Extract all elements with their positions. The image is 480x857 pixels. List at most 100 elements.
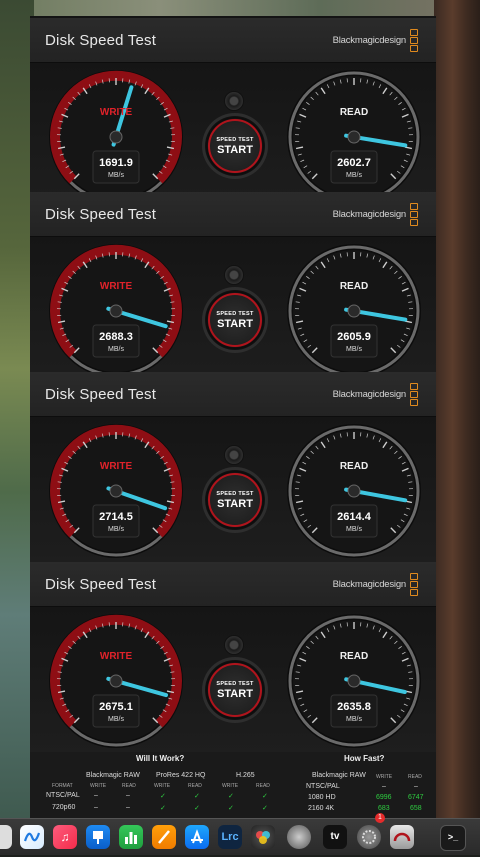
write-unit: MB/s <box>48 346 184 353</box>
read-label: READ <box>286 107 422 118</box>
write-speed-value: 1691.9 <box>48 157 184 169</box>
disk-speed-test-panel: Disk Speed Test Blackmagicdesign WRITE 2… <box>30 372 436 567</box>
col-read-raw: READ <box>122 783 136 789</box>
read-unit: MB/s <box>286 172 422 179</box>
read-gauge-dial <box>286 243 422 379</box>
read-unit: MB/s <box>286 526 422 533</box>
settings-gear-icon[interactable] <box>224 265 244 285</box>
desktop-wallpaper-left <box>0 0 34 820</box>
cell-dash: – <box>126 804 130 811</box>
read-gauge-dial <box>286 613 422 749</box>
read-gauge: READ 2605.9 MB/s <box>286 243 422 379</box>
write-gauge: WRITE 2688.3 MB/s <box>48 243 184 379</box>
app-title: Disk Speed Test <box>45 32 156 49</box>
desktop-wallpaper-top <box>0 0 480 16</box>
start-button-caption: SPEED TEST <box>210 137 260 143</box>
will-it-work-heading: Will It Work? <box>136 754 184 763</box>
brand-name: Blackmagicdesign <box>333 389 406 400</box>
write-label: WRITE <box>48 651 184 662</box>
keynote-icon[interactable] <box>86 825 110 849</box>
apple-tv-label: tv <box>331 831 340 842</box>
disk-speed-test-panel: Disk Speed Test Blackmagicdesign WRITE 2… <box>30 192 436 387</box>
brand-name: Blackmagicdesign <box>333 209 406 220</box>
lightroom-classic-icon[interactable]: Lrc <box>218 825 242 849</box>
col-blackmagic-raw: Blackmagic RAW <box>86 772 140 779</box>
gauges-area: WRITE 2688.3 MB/s SPEED TEST START READ … <box>30 237 436 387</box>
start-button-ring: SPEED TEST START <box>202 657 268 723</box>
cell-check: ✓ <box>160 804 166 812</box>
write-gauge-dial <box>48 243 184 379</box>
write-speed-value: 2675.1 <box>48 701 184 713</box>
panel-titlebar: Disk Speed Test Blackmagicdesign <box>30 18 436 63</box>
read-gauge-dial <box>286 69 422 205</box>
cell-check: ✓ <box>262 804 268 812</box>
start-button-caption: SPEED TEST <box>210 681 260 687</box>
notification-badge: 1 <box>375 813 385 823</box>
davinci-resolve-icon[interactable] <box>251 825 275 849</box>
start-button-caption: SPEED TEST <box>210 311 260 317</box>
partial-app-icon[interactable] <box>0 825 12 849</box>
write-gauge-dial <box>48 613 184 749</box>
cell-dash: – <box>126 792 130 799</box>
numbers-icon[interactable] <box>119 825 143 849</box>
start-button-label: START <box>210 688 260 700</box>
settings-gear-icon[interactable] <box>224 445 244 465</box>
start-button[interactable]: SPEED TEST START <box>208 293 262 347</box>
settings-gear-icon[interactable] <box>224 635 244 655</box>
hf-col-write: WRITE <box>376 774 392 780</box>
freeform-icon[interactable] <box>20 825 44 849</box>
settings-gear-icon[interactable] <box>224 91 244 111</box>
write-label: WRITE <box>48 107 184 118</box>
read-gauge: READ 2614.4 MB/s <box>286 423 422 559</box>
write-label: WRITE <box>48 461 184 472</box>
music-icon[interactable]: ♫ <box>53 825 77 849</box>
panel-titlebar: Disk Speed Test Blackmagicdesign <box>30 562 436 607</box>
read-speed-value: 2635.8 <box>286 701 422 713</box>
dock: ♫ Lrc tv >_ <box>0 818 480 855</box>
col-prores: ProRes 422 HQ <box>156 772 205 779</box>
read-speed-value: 2614.4 <box>286 511 422 523</box>
apple-tv-icon[interactable]: tv <box>323 825 347 849</box>
system-settings-icon[interactable] <box>357 825 381 849</box>
col-write-prores: WRITE <box>154 783 170 789</box>
read-unit: MB/s <box>286 716 422 723</box>
start-button-ring: SPEED TEST START <box>202 287 268 353</box>
hf-col-read: READ <box>408 774 422 780</box>
app-title: Disk Speed Test <box>45 386 156 403</box>
blackmagic-logo-icon <box>410 383 420 405</box>
blackmagic-disk-speed-icon[interactable] <box>390 825 414 849</box>
cell-dash: – <box>94 804 98 811</box>
cell-check: ✓ <box>262 792 268 800</box>
read-speed-value: 2605.9 <box>286 331 422 343</box>
start-button[interactable]: SPEED TEST START <box>208 473 262 527</box>
read-gauge: READ 2635.8 MB/s <box>286 613 422 749</box>
app-title: Disk Speed Test <box>45 576 156 593</box>
start-button[interactable]: SPEED TEST START <box>208 119 262 173</box>
hf-row-write: 6996 <box>376 794 392 801</box>
disk-speed-test-panel: Disk Speed Test Blackmagicdesign WRITE 1… <box>30 18 436 213</box>
write-unit: MB/s <box>48 526 184 533</box>
read-gauge-dial <box>286 423 422 559</box>
brand-name: Blackmagicdesign <box>333 35 406 46</box>
cell-check: ✓ <box>194 804 200 812</box>
col-read-h265: READ <box>256 783 270 789</box>
start-button-ring: SPEED TEST START <box>202 113 268 179</box>
cell-check: ✓ <box>228 792 234 800</box>
write-gauge-dial <box>48 423 184 559</box>
write-label: WRITE <box>48 281 184 292</box>
terminal-icon[interactable]: >_ <box>440 825 466 851</box>
pages-icon[interactable] <box>152 825 176 849</box>
col-read-prores: READ <box>188 783 202 789</box>
gauges-area: WRITE 2714.5 MB/s SPEED TEST START READ … <box>30 417 436 567</box>
results-table: Will It Work? How Fast? Blackmagic RAW P… <box>30 752 436 818</box>
safari-icon[interactable] <box>287 825 311 849</box>
cell-check: ✓ <box>160 792 166 800</box>
blackmagic-logo-icon <box>410 203 420 225</box>
start-button[interactable]: SPEED TEST START <box>208 663 262 717</box>
hf-row-read: 658 <box>410 805 422 812</box>
write-speed-value: 2688.3 <box>48 331 184 343</box>
gauges-area: WRITE 2675.1 MB/s SPEED TEST START READ … <box>30 607 436 757</box>
read-label: READ <box>286 651 422 662</box>
read-speed-value: 2602.7 <box>286 157 422 169</box>
app-store-icon[interactable] <box>185 825 209 849</box>
